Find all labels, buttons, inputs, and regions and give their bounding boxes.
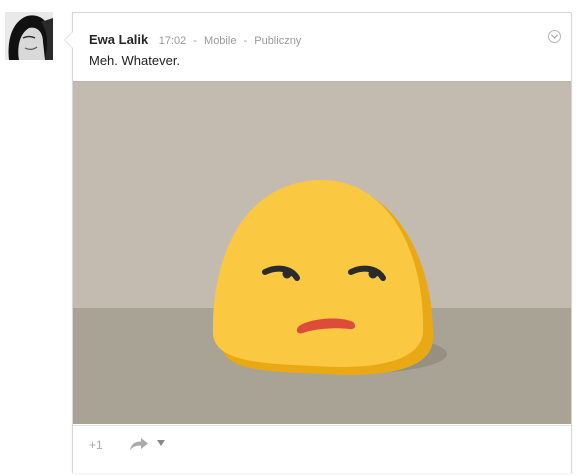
chevron-down-icon — [551, 34, 558, 39]
post-image[interactable] — [73, 81, 571, 424]
post-actions: +1 — [73, 425, 571, 476]
post-visibility[interactable]: Publiczny — [254, 35, 301, 47]
share-arrow-icon — [130, 438, 148, 450]
post-menu-button[interactable] — [548, 30, 561, 43]
caret-down-icon — [157, 440, 165, 446]
post-time[interactable]: 17:02 — [159, 35, 187, 47]
post-meta: 17:02 - Mobile - Publiczny — [159, 35, 302, 47]
post-card: Ewa Lalik 17:02 - Mobile - Publiczny Meh… — [64, 12, 572, 476]
meta-separator: - — [243, 35, 248, 47]
post-source: Mobile — [204, 35, 237, 47]
post-header: Ewa Lalik 17:02 - Mobile - Publiczny — [89, 31, 301, 49]
plus-one-button[interactable]: +1 — [89, 438, 103, 452]
share-menu-button[interactable] — [157, 438, 165, 448]
share-button[interactable] — [129, 437, 149, 456]
avatar[interactable] — [5, 12, 53, 60]
meta-separator: - — [193, 35, 197, 47]
author-name[interactable]: Ewa Lalik — [89, 32, 148, 47]
avatar-image — [5, 12, 53, 60]
unamused-emoji-image — [73, 82, 571, 424]
post-text: Meh. Whatever. — [89, 53, 181, 68]
